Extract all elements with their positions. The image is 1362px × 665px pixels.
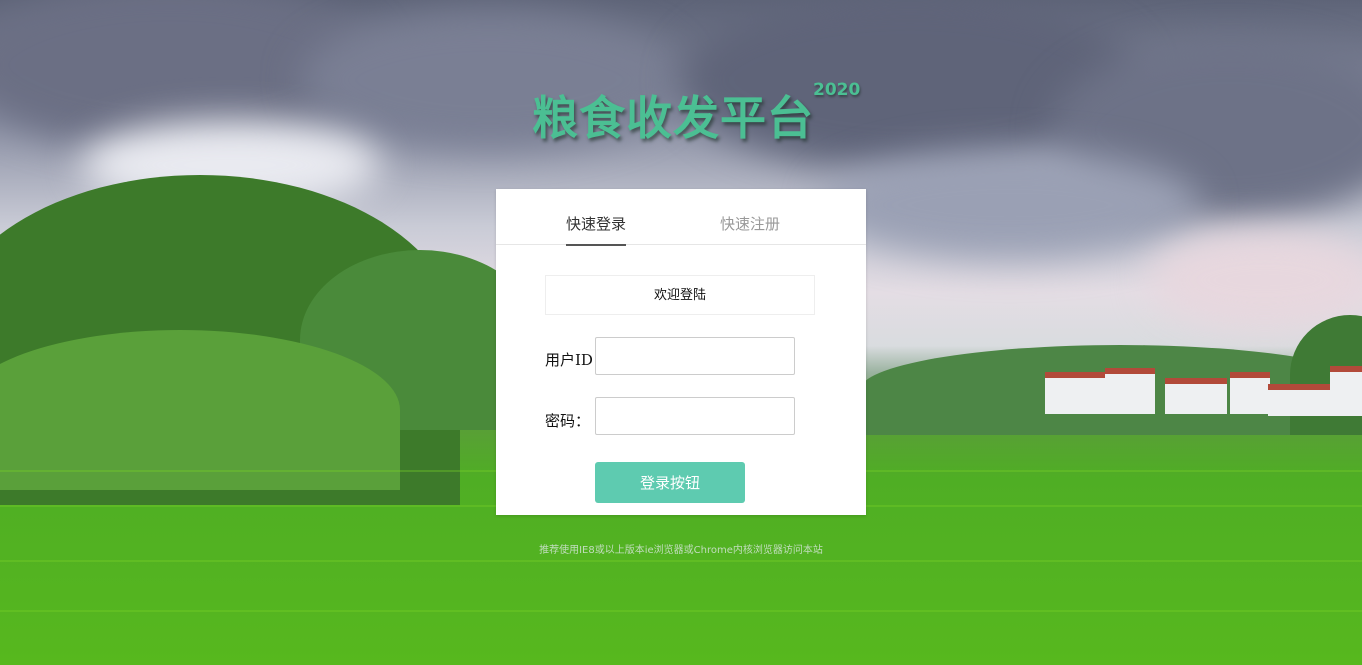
- login-card: 快速登录 快速注册 欢迎登陆 用户ID 密码： 登录按钮: [496, 189, 866, 515]
- browser-recommendation-text: 推荐使用IE8或以上版本ie浏览器或Chrome内核浏览器访问本站: [539, 545, 823, 556]
- tab-quick-register[interactable]: 快速注册: [720, 213, 780, 234]
- password-label: 密码：: [545, 412, 591, 430]
- tab-quick-login[interactable]: 快速登录: [566, 213, 627, 246]
- login-button[interactable]: 登录按钮: [595, 462, 745, 503]
- user-id-input[interactable]: [595, 337, 795, 375]
- title-year: 2020: [813, 80, 861, 100]
- platform-title: 粮食收发平台 2020: [532, 78, 872, 148]
- user-id-label: 用户ID: [545, 351, 593, 369]
- welcome-banner: 欢迎登陆: [545, 275, 815, 315]
- password-input[interactable]: [595, 397, 795, 435]
- page-title: 粮食收发平台: [532, 91, 814, 145]
- auth-tabs: 快速登录 快速注册: [496, 189, 866, 246]
